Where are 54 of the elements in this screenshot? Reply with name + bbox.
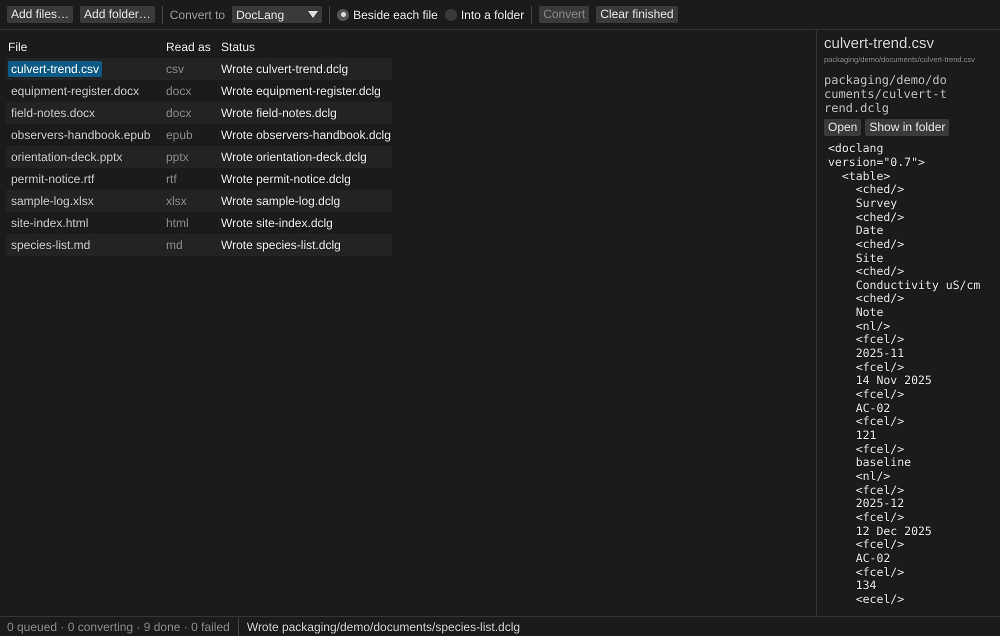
status-cell-text: Wrote permit-notice.dclg: [221, 171, 352, 188]
read-as-cell-text: xlsx: [166, 193, 188, 210]
file-row[interactable]: orientation-deck.pptx pptx Wrote orientation-deck.dclg: [6, 146, 392, 168]
file-name: field-notes.docx: [10, 105, 96, 121]
file-row[interactable]: permit-notice.rtf rtf Wrote permit-notice.dclg: [6, 168, 392, 190]
status-cell-text: Wrote field-notes.dclg: [221, 105, 338, 122]
status-cell-text: Wrote equipment-register.dclg: [221, 83, 382, 100]
file-row[interactable]: sample-log.xlsx xlsx Wrote sample-log.dclg: [6, 190, 392, 212]
status-cell-text: Wrote orientation-deck.dclg: [221, 149, 368, 166]
status-cell-text: Wrote species-list.dclg: [221, 237, 342, 254]
file-name: observers-handbook.epub: [10, 127, 152, 143]
convert-to-label: Convert to: [170, 6, 226, 24]
show-in-folder-button[interactable]: Show in folder: [865, 119, 950, 136]
file-name: sample-log.xlsx: [10, 193, 95, 209]
clear-finished-button[interactable]: Clear finished: [596, 6, 678, 23]
file-name: equipment-register.docx: [10, 83, 140, 99]
file-name: permit-notice.rtf: [10, 171, 96, 187]
file-row[interactable]: species-list.md md Wrote species-list.dclg: [6, 234, 392, 256]
read-as-cell-text: md: [166, 237, 184, 254]
column-header: Status: [221, 39, 256, 54]
column-header: Read as: [166, 39, 212, 54]
caret-icon: [308, 11, 318, 18]
file-row[interactable]: observers-handbook.epub epub Wrote observers-handbook.dclg: [6, 124, 392, 146]
radio-option[interactable]: Beside each file: [337, 6, 438, 24]
format-dropdown[interactable]: DocLang: [232, 6, 322, 23]
read-as-cell-text: docx: [166, 83, 192, 100]
read-as-cell-text: docx: [166, 105, 192, 122]
output-path: packaging/demo/documents/culvert-trend.dclg: [824, 73, 948, 116]
queue-counts: 0 queued · 0 converting · 9 done · 0 failed: [7, 618, 230, 636]
add-folder-button[interactable]: Add folder…: [80, 6, 155, 23]
read-as-cell-text: csv: [166, 61, 185, 78]
file-row[interactable]: site-index.html html Wrote site-index.dclg: [6, 212, 392, 234]
file-name: site-index.html: [10, 215, 90, 231]
detail-title: culvert-trend.csv: [824, 34, 936, 54]
open-button[interactable]: Open: [824, 119, 862, 136]
read-as-cell-text: html: [166, 215, 190, 232]
status-cell-text: Wrote site-index.dclg: [221, 215, 334, 232]
file-row[interactable]: equipment-register.docx docx Wrote equipment-register.dclg: [6, 80, 392, 102]
file-name: culvert-trend.csv: [8, 61, 102, 77]
radio-option[interactable]: Into a folder: [444, 6, 524, 24]
file-name: species-list.md: [10, 237, 92, 253]
status-message: Wrote packaging/demo/documents/species-list.dclg: [246, 618, 520, 636]
code-preview: <doclang version="0.7"> <table> <ched/> Survey <ched/> Date <ched/> Site <ched/> Conductivity uS/cm <ched/> Note <nl/> <fcel/> 2025-11 <fcel/> 14 Nov 2025 <fcel/> AC-02 <fcel/> 121 <fcel/> baseline <nl/> <fcel/> 2025-12 <fcel/> 12 Dec 2025 <fcel/> AC-02 <fcel/> 134 <ecel/>: [828, 142, 982, 607]
file-row[interactable]: field-notes.docx docx Wrote field-notes.dclg: [6, 102, 392, 124]
file-row[interactable]: culvert-trend.csv csv Wrote culvert-trend.dclg: [6, 58, 392, 80]
status-cell-text: Wrote sample-log.dclg: [221, 193, 342, 210]
read-as-cell-text: pptx: [166, 149, 190, 166]
column-header: File: [7, 39, 28, 54]
file-name: orientation-deck.pptx: [10, 149, 124, 165]
read-as-cell-text: rtf: [166, 171, 178, 188]
read-as-cell-text: epub: [166, 127, 194, 144]
add-files-button[interactable]: Add files…: [7, 6, 74, 23]
status-cell-text: Wrote culvert-trend.dclg: [221, 61, 350, 78]
status-cell-text: Wrote observers-handbook.dclg: [221, 127, 392, 144]
